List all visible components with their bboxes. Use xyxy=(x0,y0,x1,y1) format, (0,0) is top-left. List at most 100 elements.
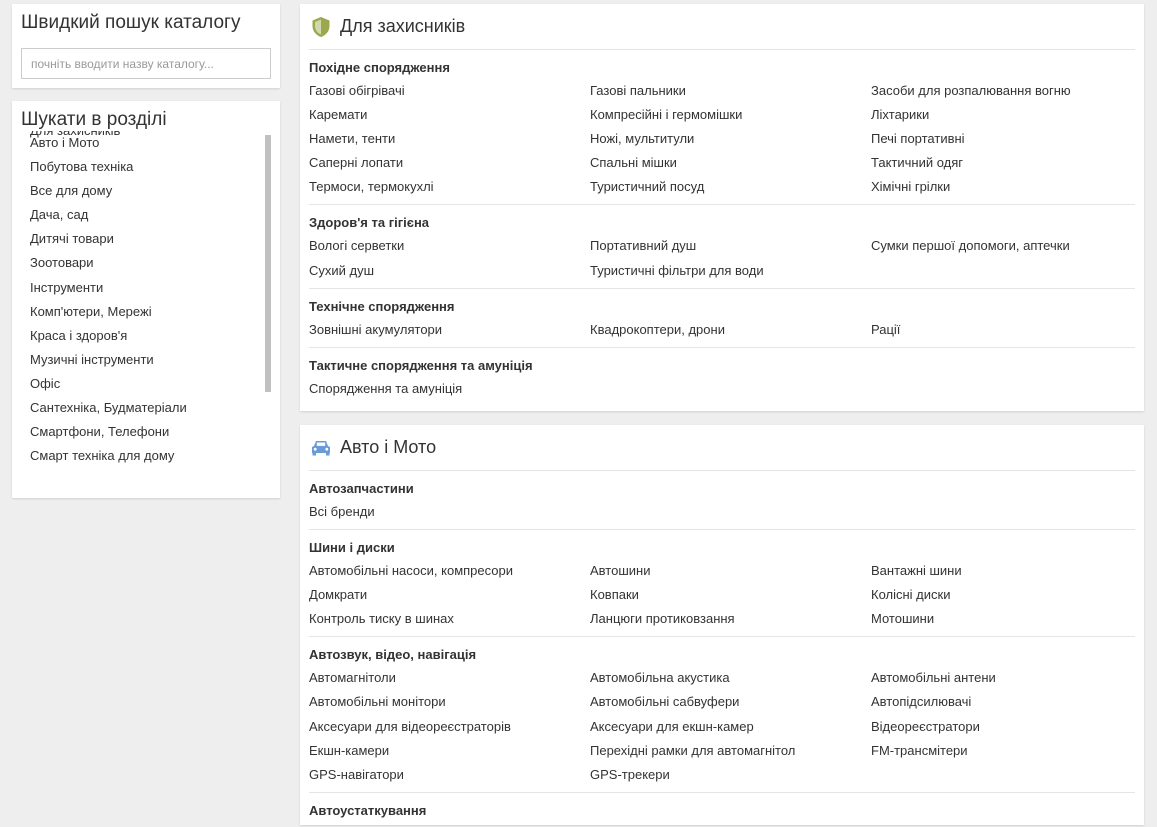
quick-search-title: Швидкий пошук каталогу xyxy=(21,12,241,33)
section-list-scrollbar[interactable] xyxy=(265,135,271,392)
catalog-link[interactable]: FM-трансмітери xyxy=(871,739,1135,763)
catalog-link[interactable]: Автомагнітоли xyxy=(309,666,590,690)
catalog-link[interactable]: Автомобільна акустика xyxy=(590,666,871,690)
shield-icon xyxy=(310,16,332,38)
catalog-link[interactable]: Тактичний одяг xyxy=(871,151,1135,175)
catalog-link[interactable]: Ліхтарики xyxy=(871,103,1135,127)
subcategory-group: Тактичне спорядження та амуніція Спорядже… xyxy=(309,348,1135,406)
catalog-link[interactable]: Екшн-камери xyxy=(309,739,590,763)
catalog-link[interactable]: Квадрокоптери, дрони xyxy=(590,318,871,342)
catalog-link[interactable]: Рації xyxy=(871,318,1135,342)
group-title[interactable]: Тактичне спорядження та амуніція xyxy=(309,355,1135,377)
catalog-link[interactable]: Вантажні шини xyxy=(871,559,1135,583)
section-item[interactable]: Все для дому xyxy=(21,179,271,203)
catalog-link[interactable]: Спальні мішки xyxy=(590,151,871,175)
catalog-link[interactable]: Туристичний посуд xyxy=(590,175,871,199)
group-links: Вологі серветки Портативний душ Сумки перш… xyxy=(309,234,1135,282)
catalog-link[interactable]: Автомобільні монітори xyxy=(309,690,590,714)
quick-catalog-search-panel: Швидкий пошук каталогу xyxy=(12,4,280,88)
category-auto-moto: Авто і Мото Автозапчастини Всі бренди Шини … xyxy=(300,425,1144,825)
catalog-link[interactable]: Каремати xyxy=(309,103,590,127)
catalog-link[interactable]: Намети, тенти xyxy=(309,127,590,151)
section-item[interactable]: Інструменти xyxy=(21,276,271,300)
catalog-link[interactable]: Аксесуари для відеореєстраторів xyxy=(309,715,590,739)
category-title[interactable]: Авто і Мото xyxy=(340,437,436,458)
category-header: Для захисників xyxy=(309,4,1135,50)
catalog-link[interactable]: Колісні диски xyxy=(871,583,1135,607)
catalog-link[interactable]: Газові пальники xyxy=(590,79,871,103)
catalog-link[interactable]: Сухий душ xyxy=(309,259,590,283)
section-item[interactable]: Смартфони, Телефони xyxy=(21,420,271,444)
section-list: Для захисниківАвто і МотоПобутова технік… xyxy=(21,131,271,491)
catalog-link[interactable]: Туристичні фільтри для води xyxy=(590,259,871,283)
catalog-link[interactable]: Портативний душ xyxy=(590,234,871,258)
subcategory-group: Автоустаткування xyxy=(309,793,1135,827)
group-title[interactable]: Технічне спорядження xyxy=(309,296,1135,318)
section-item[interactable]: Дитячі товари xyxy=(21,227,271,251)
catalog-link[interactable]: Компресійні і гермомішки xyxy=(590,103,871,127)
category-defenders: Для захисників Похідне спорядження Газові … xyxy=(300,4,1144,411)
section-item[interactable]: Зоотовари xyxy=(21,251,271,275)
catalog-link[interactable]: Газові обігрівачі xyxy=(309,79,590,103)
subcategory-group: Похідне спорядження Газові обігрівачі Газо… xyxy=(309,50,1135,206)
catalog-link[interactable]: Аксесуари для екшн-камер xyxy=(590,715,871,739)
group-title[interactable]: Здоров'я та гігієна xyxy=(309,212,1135,234)
subcategory-group: Технічне спорядження Зовнішні акумулятори… xyxy=(309,289,1135,348)
catalog-link[interactable]: Мотошини xyxy=(871,607,1135,631)
group-title[interactable]: Автозвук, відео, навігація xyxy=(309,644,1135,666)
catalog-link[interactable]: Домкрати xyxy=(309,583,590,607)
section-item[interactable]: Комп'ютери, Мережі xyxy=(21,300,271,324)
section-item[interactable]: Авто і Мото xyxy=(21,131,271,155)
catalog-link[interactable]: Хімічні грілки xyxy=(871,175,1135,199)
group-links: Автомагнітоли Автомобільна акустика Автомо… xyxy=(309,666,1135,786)
section-item[interactable]: Музичні інструменти xyxy=(21,348,271,372)
catalog-link[interactable]: Відеореєстратори xyxy=(871,715,1135,739)
section-search-title: Шукати в розділі xyxy=(21,109,167,130)
section-item[interactable]: Сантехніка, Будматеріали xyxy=(21,396,271,420)
section-search-panel: Шукати в розділі Для захисниківАвто і Мо… xyxy=(12,101,280,498)
sidebar: Швидкий пошук каталогу Шукати в розділі … xyxy=(12,4,280,498)
section-item[interactable]: Дача, сад xyxy=(21,203,271,227)
catalog-link[interactable]: Вологі серветки xyxy=(309,234,590,258)
section-item[interactable]: Побутова техніка xyxy=(21,155,271,179)
catalog-link[interactable]: GPS-трекери xyxy=(590,763,871,787)
group-title[interactable]: Похідне спорядження xyxy=(309,57,1135,79)
catalog-link[interactable]: Спорядження та амуніція xyxy=(309,377,590,401)
catalog-link[interactable]: Саперні лопати xyxy=(309,151,590,175)
section-item[interactable]: Смарт техніка для дому xyxy=(21,444,271,468)
catalog-link[interactable]: Ланцюги протиковзання xyxy=(590,607,871,631)
catalog-link[interactable]: Засоби для розпалювання вогню xyxy=(871,79,1135,103)
group-links: Зовнішні акумулятори Квадрокоптери, дрони… xyxy=(309,318,1135,342)
category-header: Авто і Мото xyxy=(309,425,1135,471)
catalog-link[interactable]: Автопідсилювачі xyxy=(871,690,1135,714)
category-title[interactable]: Для захисників xyxy=(340,16,465,37)
subcategory-group: Здоров'я та гігієна Вологі серветки Портат… xyxy=(309,205,1135,289)
catalog-link[interactable]: Сумки першої допомоги, аптечки xyxy=(871,234,1135,258)
catalog-link[interactable]: Автомобільні антени xyxy=(871,666,1135,690)
catalog-main: Для захисників Похідне спорядження Газові … xyxy=(300,4,1144,825)
group-title[interactable]: Автоустаткування xyxy=(309,800,1135,822)
section-item[interactable]: Краса і здоров'я xyxy=(21,324,271,348)
catalog-link[interactable]: Термоси, термокухлі xyxy=(309,175,590,199)
group-title[interactable]: Автозапчастини xyxy=(309,478,1135,500)
subcategory-group: Шини і диски Автомобільні насоси, компрес… xyxy=(309,530,1135,638)
group-title[interactable]: Шини і диски xyxy=(309,537,1135,559)
subcategory-group: Автозапчастини Всі бренди xyxy=(309,471,1135,531)
group-links: Газові обігрівачі Газові пальники Засоби д… xyxy=(309,79,1135,199)
catalog-link[interactable]: Перехідні рамки для автомагнітол xyxy=(590,739,871,763)
catalog-link[interactable]: Автошини xyxy=(590,559,871,583)
catalog-link[interactable]: Всі бренди xyxy=(309,500,590,524)
catalog-link[interactable]: Ковпаки xyxy=(590,583,871,607)
catalog-link[interactable]: GPS-навігатори xyxy=(309,763,590,787)
catalog-link[interactable]: Зовнішні акумулятори xyxy=(309,318,590,342)
catalog-link[interactable]: Ножі, мультитули xyxy=(590,127,871,151)
catalog-link[interactable]: Печі портативні xyxy=(871,127,1135,151)
car-icon xyxy=(310,437,332,459)
catalog-link[interactable]: Автомобільні сабвуфери xyxy=(590,690,871,714)
catalog-search-input[interactable] xyxy=(21,48,271,79)
group-links: Всі бренди xyxy=(309,500,1135,524)
section-item[interactable]: Офіс xyxy=(21,372,271,396)
subcategory-group: Автозвук, відео, навігація Автомагнітоли А… xyxy=(309,637,1135,793)
catalog-link[interactable]: Автомобільні насоси, компресори xyxy=(309,559,590,583)
catalog-link[interactable]: Контроль тиску в шинах xyxy=(309,607,590,631)
